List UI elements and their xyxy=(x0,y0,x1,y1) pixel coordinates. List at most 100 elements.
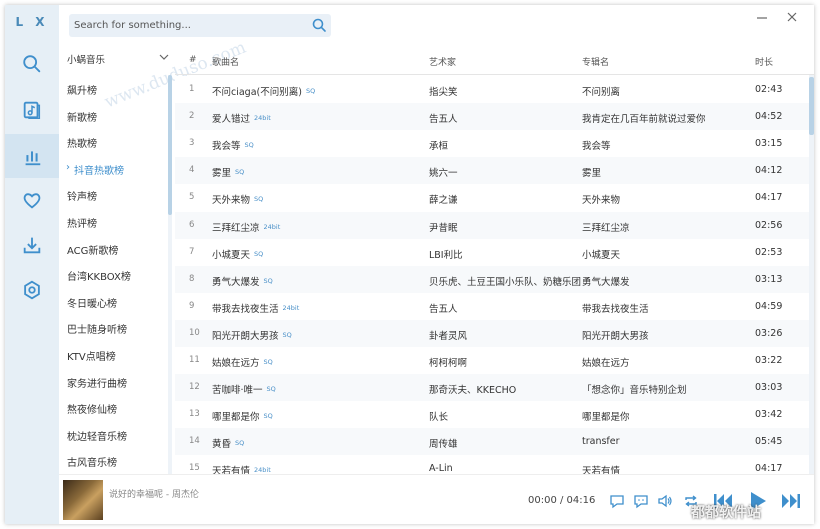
board-item[interactable]: 冬日暖心榜 xyxy=(67,295,117,313)
minimize-icon xyxy=(757,17,767,19)
board-scrollbar-thumb[interactable] xyxy=(168,75,172,215)
quality-badge: 24bit xyxy=(254,466,271,474)
volume-icon xyxy=(658,494,672,508)
board-item[interactable]: 家务进行曲榜 xyxy=(67,375,127,393)
now-playing-title: 说好的幸福呢 - 周杰伦 xyxy=(109,490,199,500)
table-row[interactable]: 7 小城夏天 SQ LBI利比 小城夏天 02:53 xyxy=(175,238,809,266)
music-list-icon xyxy=(23,101,41,119)
duration-cell: 04:17 xyxy=(755,192,783,204)
board-item-label: KTV点唱榜 xyxy=(67,352,116,363)
table-row[interactable]: 3 我会等 SQ 承桓 我会等 03:15 xyxy=(175,130,809,158)
artist-cell: 周传雄 xyxy=(429,439,458,451)
board-item[interactable]: 铃声榜 xyxy=(67,188,97,206)
artist-cell: A-Lin xyxy=(429,463,453,474)
heart-icon xyxy=(23,193,41,209)
row-number: 9 xyxy=(189,300,195,311)
board-item[interactable]: ACG新歌榜 xyxy=(67,242,118,260)
table-row[interactable]: 6 三拜红尘凉 24bit 尹昔眠 三拜红尘凉 02:56 xyxy=(175,211,809,239)
song-title: 勇气大爆发 xyxy=(212,276,260,288)
album-cell: 天外来物 xyxy=(582,195,621,207)
board-item-label: 热歌榜 xyxy=(67,139,97,151)
album-cell: 不问别离 xyxy=(582,87,621,98)
album-cover[interactable] xyxy=(63,480,103,520)
table-row[interactable]: 13 哪里都是你 SQ 队长 哪里都是你 03:42 xyxy=(175,401,809,429)
lyric-button[interactable] xyxy=(632,492,650,510)
board-item-label: 铃声榜 xyxy=(67,192,97,204)
quality-badge: 24bit xyxy=(254,114,271,123)
board-item[interactable]: 台湾KKBOX榜 xyxy=(67,268,131,286)
comment-button[interactable] xyxy=(608,492,626,510)
nav-search-button[interactable] xyxy=(5,42,59,86)
volume-button[interactable] xyxy=(656,492,674,510)
board-item[interactable]: 巴士随身听榜 xyxy=(67,321,127,339)
duration-cell: 02:53 xyxy=(755,246,783,258)
song-title-cell: 我会等 SQ xyxy=(212,138,254,152)
board-item[interactable]: 新歌榜 xyxy=(67,109,97,127)
quality-badge: SQ xyxy=(282,330,292,339)
nav-settings-button[interactable] xyxy=(5,268,59,312)
table-row[interactable]: 2 爱人错过 24bit 告五人 我肯定在几百年前就说过爱你 04:52 xyxy=(175,103,809,131)
song-title-cell: 阳光开朗大男孩 SQ xyxy=(212,328,292,342)
board-item-label: 台湾KKBOX榜 xyxy=(67,272,131,284)
song-title-cell: 天若有情 24bit xyxy=(212,463,271,474)
row-number: 13 xyxy=(189,409,200,420)
table-scrollbar-thumb[interactable] xyxy=(809,77,814,135)
download-icon xyxy=(23,237,41,254)
song-title-cell: 爱人错过 24bit xyxy=(212,111,271,125)
board-item[interactable]: 飙升榜 xyxy=(67,82,97,100)
column-album: 专辑名 xyxy=(582,58,610,68)
column-title: 歌曲名 xyxy=(212,58,240,68)
song-title-cell: 不问ciaga(不问别离) SQ xyxy=(212,84,315,98)
board-item[interactable]: 古风音乐榜 xyxy=(67,454,117,472)
row-number: 2 xyxy=(189,111,195,122)
nav-songlist-button[interactable] xyxy=(5,88,59,132)
table-row[interactable]: 8 勇气大爆发 SQ 贝乐虎、土豆王国小乐队、奶糖乐团 勇气大爆发 03:13 xyxy=(175,265,809,293)
board-source-label: 小蜗音乐 xyxy=(67,55,106,66)
lyric-icon xyxy=(634,495,648,509)
artist-cell: 告五人 xyxy=(429,114,458,126)
artist-cell: 承桓 xyxy=(429,141,449,153)
table-row[interactable]: 9 带我去找夜生活 24bit 告五人 带我去找夜生活 04:59 xyxy=(175,292,809,320)
board-item[interactable]: 枕边轻音乐榜 xyxy=(67,428,127,446)
close-button[interactable] xyxy=(784,9,800,25)
table-row[interactable]: 10 阳光开朗大男孩 SQ 卦者灵风 阳光开朗大男孩 03:26 xyxy=(175,319,809,347)
artist-cell: 那奇沃夫、KKECHO xyxy=(429,385,517,397)
board-item[interactable]: KTV点唱榜 xyxy=(67,348,116,366)
table-row[interactable]: 4 雾里 SQ 姚六一 雾里 04:12 xyxy=(175,157,809,185)
duration-cell: 04:17 xyxy=(755,463,783,474)
album-cell: 天若有情 xyxy=(582,466,621,474)
board-source-select[interactable]: 小蜗音乐 xyxy=(67,52,169,68)
board-item-label: 熬夜修仙榜 xyxy=(67,405,117,417)
minimize-button[interactable] xyxy=(754,9,770,25)
table-row[interactable]: 1 不问ciaga(不问别离) SQ 指尖笑 不问别离 02:43 xyxy=(175,76,809,103)
nav-favorites-button[interactable] xyxy=(5,178,59,222)
artist-cell: 柯柯柯啊 xyxy=(429,358,468,369)
table-row[interactable]: 11 姑娘在远方 SQ 柯柯柯啊 姑娘在远方 03:22 xyxy=(175,347,809,374)
board-item-label: 新歌榜 xyxy=(67,112,97,124)
table-row[interactable]: 12 苦咖啡·唯一 SQ 那奇沃夫、KKECHO 「想念你」音乐特别企划 03:03 xyxy=(175,374,809,402)
search-input[interactable] xyxy=(74,14,304,37)
song-title: 姑娘在远方 xyxy=(212,358,260,369)
table-row[interactable]: 14 黄昏 SQ 周传雄 transfer 05:45 xyxy=(175,428,809,456)
nav-leaderboard-button[interactable] xyxy=(5,134,59,178)
table-row[interactable]: 5 天外来物 SQ 薛之谦 天外来物 04:17 xyxy=(175,184,809,212)
song-title: 黄昏 xyxy=(212,439,232,451)
column-num: # xyxy=(189,55,197,65)
album-cell: 三拜红尘凉 xyxy=(582,222,630,234)
album-cell: 勇气大爆发 xyxy=(582,276,630,288)
board-item[interactable]: 热评榜 xyxy=(67,215,97,233)
board-item[interactable]: 热歌榜 xyxy=(67,135,97,153)
duration-cell: 02:56 xyxy=(755,219,783,231)
duration-cell: 03:26 xyxy=(755,327,783,339)
board-item[interactable]: 熬夜修仙榜 xyxy=(67,401,117,419)
search-icon[interactable] xyxy=(311,17,327,33)
table-row[interactable]: 15 天若有情 24bit A-Lin 天若有情 04:17 xyxy=(175,455,809,474)
next-track-button[interactable] xyxy=(779,489,803,513)
album-cell: 雾里 xyxy=(582,168,602,180)
board-item[interactable]: › 抖音热歌榜 xyxy=(66,162,124,180)
song-title-cell: 苦咖啡·唯一 SQ xyxy=(212,382,276,396)
duration-cell: 03:15 xyxy=(755,138,783,150)
comment-icon xyxy=(610,495,624,509)
song-title: 我会等 xyxy=(212,141,241,153)
nav-download-button[interactable] xyxy=(5,223,59,267)
